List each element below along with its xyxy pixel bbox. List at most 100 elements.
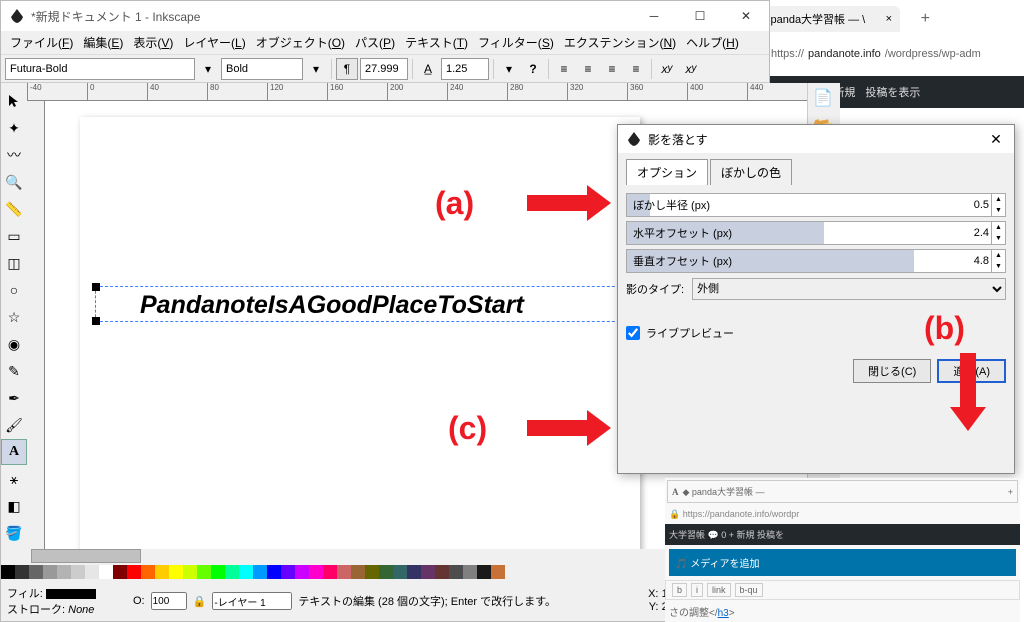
dialog-titlebar[interactable]: 影を落とす ✕ (618, 125, 1014, 153)
align-center-icon[interactable]: ≡ (577, 58, 599, 80)
color-swatch[interactable] (477, 565, 491, 579)
color-swatch[interactable] (267, 565, 281, 579)
align-right-icon[interactable]: ≡ (601, 58, 623, 80)
voffset-value[interactable]: 4.8 (974, 255, 989, 267)
color-swatch[interactable] (99, 565, 113, 579)
minimize-button[interactable]: ─ (631, 1, 677, 31)
spray-tool[interactable]: ⚹ (1, 466, 27, 492)
tweak-tool[interactable]: 〰 (1, 142, 27, 168)
menu-text[interactable]: テキスト(T) (400, 32, 473, 53)
color-swatch[interactable] (225, 565, 239, 579)
color-swatch[interactable] (463, 565, 477, 579)
zoom-tool[interactable]: 🔍 (1, 169, 27, 195)
align-justify-icon[interactable]: ≡ (625, 58, 647, 80)
stroke-value[interactable]: None (68, 604, 94, 616)
color-swatch[interactable] (491, 565, 505, 579)
layer-selector[interactable] (212, 592, 292, 610)
color-swatch[interactable] (1, 565, 15, 579)
close-button[interactable]: 閉じる(C) (853, 359, 931, 383)
titlebar[interactable]: *新規ドキュメント 1 - Inkscape ─ ☐ ✕ (1, 1, 769, 31)
superscript-icon[interactable]: xy (656, 58, 678, 80)
calligraphy-tool[interactable]: 🖌 (1, 412, 27, 438)
star-tool[interactable]: ☆ (1, 304, 27, 330)
selector-tool[interactable] (1, 88, 27, 114)
close-button[interactable]: ✕ (723, 1, 769, 31)
menu-layer[interactable]: レイヤー(L) (178, 32, 250, 53)
menu-path[interactable]: パス(P) (350, 32, 400, 53)
color-swatch[interactable] (29, 565, 43, 579)
browser-tab[interactable]: ◆ panda大学習帳 — \ × + (750, 6, 900, 32)
menu-file[interactable]: ファイル(F) (5, 32, 78, 53)
maximize-button[interactable]: ☐ (677, 1, 723, 31)
blur-radius-value[interactable]: 0.5 (974, 199, 989, 211)
circle-tool[interactable]: ○ (1, 277, 27, 303)
menu-filter[interactable]: フィルター(S) (473, 32, 559, 53)
color-swatch[interactable] (449, 565, 463, 579)
color-swatch[interactable] (421, 565, 435, 579)
menu-help[interactable]: ヘルプ(H) (681, 32, 744, 53)
color-swatch[interactable] (337, 565, 351, 579)
menu-view[interactable]: 表示(V) (128, 32, 178, 53)
opacity-input[interactable] (151, 592, 187, 610)
selection-handle[interactable] (92, 317, 100, 325)
fill-tool[interactable]: 🪣 (1, 520, 27, 546)
rect-tool[interactable]: ▭ (1, 223, 27, 249)
font-style-dropdown-icon[interactable]: ▾ (305, 58, 327, 80)
color-swatch[interactable] (71, 565, 85, 579)
font-family-dropdown-icon[interactable]: ▾ (197, 58, 219, 80)
color-swatch[interactable] (127, 565, 141, 579)
color-swatch[interactable] (197, 565, 211, 579)
fill-swatch[interactable] (46, 589, 96, 599)
new-tab-icon[interactable]: + (921, 10, 930, 28)
text-tool[interactable]: A (1, 439, 27, 465)
menu-extension[interactable]: エクステンション(N) (559, 32, 681, 53)
hoffset-row[interactable]: 水平オフセット (px) 2.4 ▲▼ (626, 221, 1006, 245)
font-family-input[interactable] (5, 58, 195, 80)
spiral-tool[interactable]: ◉ (1, 331, 27, 357)
canvas-text-object[interactable]: PandanoteIsAGoodPlaceToStart (140, 291, 524, 320)
node-tool[interactable]: ✦ (1, 115, 27, 141)
unit-dropdown[interactable]: ▾ (498, 58, 520, 80)
eraser-tool[interactable]: ◧ (1, 493, 27, 519)
color-swatch[interactable] (85, 565, 99, 579)
new-doc-icon[interactable]: 📄 (812, 87, 836, 111)
selection-handle[interactable] (92, 283, 100, 291)
hoffset-value[interactable]: 2.4 (974, 227, 989, 239)
color-swatch[interactable] (323, 565, 337, 579)
scrollbar-thumb[interactable] (31, 549, 141, 563)
live-preview-checkbox[interactable] (626, 326, 640, 340)
font-style-input[interactable] (221, 58, 303, 80)
pencil-tool[interactable]: ✎ (1, 358, 27, 384)
subscript-icon[interactable]: xy (680, 58, 702, 80)
color-swatch[interactable] (393, 565, 407, 579)
horizontal-scrollbar[interactable] (31, 549, 673, 565)
color-swatch[interactable] (281, 565, 295, 579)
align-left-icon[interactable]: ≡ (553, 58, 575, 80)
line-height-input[interactable] (441, 58, 489, 80)
shadow-type-select[interactable]: 外側 (692, 278, 1006, 300)
tab-close-icon[interactable]: × (886, 13, 892, 25)
color-swatch[interactable] (379, 565, 393, 579)
3dbox-tool[interactable]: ◫ (1, 250, 27, 276)
color-swatch[interactable] (183, 565, 197, 579)
color-swatch[interactable] (141, 565, 155, 579)
color-swatch[interactable] (435, 565, 449, 579)
color-swatch[interactable] (295, 565, 309, 579)
dialog-close-icon[interactable]: ✕ (986, 131, 1006, 148)
color-swatch[interactable] (113, 565, 127, 579)
color-swatch[interactable] (351, 565, 365, 579)
menu-object[interactable]: オブジェクト(O) (251, 32, 350, 53)
color-swatch[interactable] (57, 565, 71, 579)
text-direction-icon[interactable]: ¶ (336, 58, 358, 80)
help-icon[interactable]: ? (522, 58, 544, 80)
color-swatch[interactable] (155, 565, 169, 579)
tab-blur-color[interactable]: ぼかしの色 (710, 159, 792, 185)
voffset-row[interactable]: 垂直オフセット (px) 4.8 ▲▼ (626, 249, 1006, 273)
color-swatch[interactable] (239, 565, 253, 579)
wp-view-post[interactable]: 投稿を表示 (865, 84, 920, 100)
blur-radius-row[interactable]: ぼかし半径 (px) 0.5 ▲▼ (626, 193, 1006, 217)
menu-edit[interactable]: 編集(E) (78, 32, 128, 53)
font-size-input[interactable] (360, 58, 408, 80)
spinner-icon[interactable]: ▲▼ (991, 194, 1005, 216)
color-swatch[interactable] (407, 565, 421, 579)
